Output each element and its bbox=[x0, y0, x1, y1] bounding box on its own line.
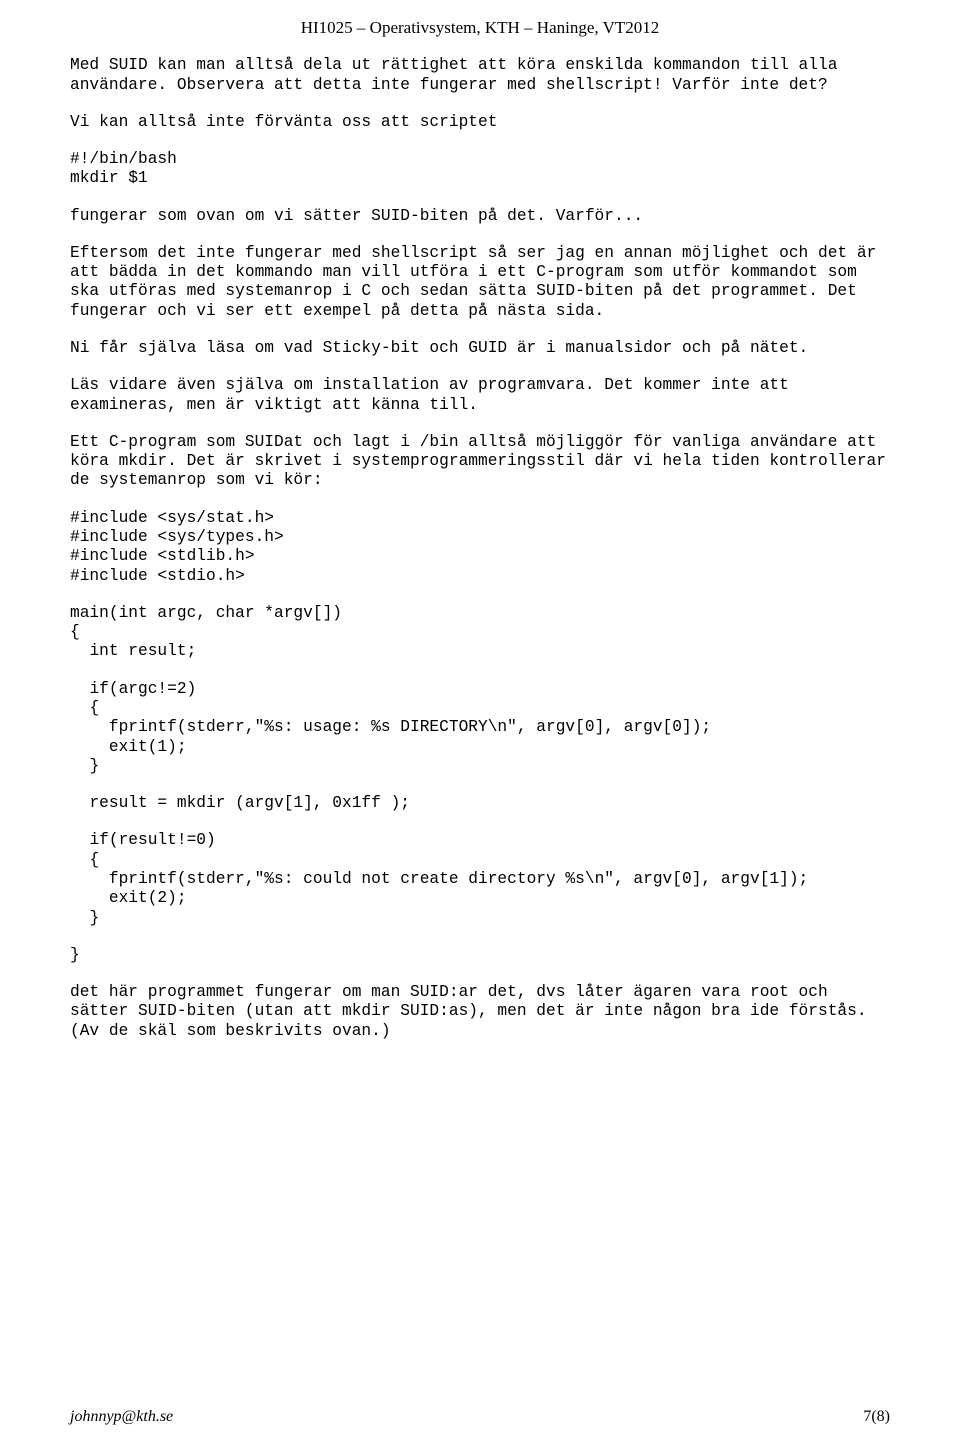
code-shellscript: #!/bin/bash mkdir $1 bbox=[70, 150, 890, 189]
footer-page-number: 7(8) bbox=[863, 1407, 890, 1426]
paragraph-4: fungerar som ovan om vi sätter SUID-bite… bbox=[70, 207, 890, 226]
code-mkdir-call: result = mkdir (argv[1], 0x1ff ); bbox=[70, 794, 890, 813]
paragraph-8: Ett C-program som SUIDat och lagt i /bin… bbox=[70, 433, 890, 491]
paragraph-intro: Med SUID kan man alltså dela ut rättighe… bbox=[70, 56, 890, 95]
paragraph-9: det här programmet fungerar om man SUID:… bbox=[70, 983, 890, 1041]
page-header: HI1025 – Operativsystem, KTH – Haninge, … bbox=[70, 18, 890, 38]
code-close-brace: } bbox=[70, 946, 890, 965]
page-footer: johnnyp@kth.se 7(8) bbox=[70, 1407, 890, 1426]
code-result-check: if(result!=0) { fprintf(stderr,"%s: coul… bbox=[70, 831, 890, 927]
paragraph-5: Eftersom det inte fungerar med shellscri… bbox=[70, 244, 890, 321]
paragraph-2: Vi kan alltså inte förvänta oss att scri… bbox=[70, 113, 890, 132]
paragraph-7: Läs vidare även själva om installation a… bbox=[70, 376, 890, 415]
page: HI1025 – Operativsystem, KTH – Haninge, … bbox=[0, 0, 960, 1450]
code-includes: #include <sys/stat.h> #include <sys/type… bbox=[70, 509, 890, 586]
footer-email: johnnyp@kth.se bbox=[70, 1407, 173, 1426]
code-main-open: main(int argc, char *argv[]) { int resul… bbox=[70, 604, 890, 662]
code-argc-check: if(argc!=2) { fprintf(stderr,"%s: usage:… bbox=[70, 680, 890, 776]
paragraph-6: Ni får själva läsa om vad Sticky-bit och… bbox=[70, 339, 890, 358]
